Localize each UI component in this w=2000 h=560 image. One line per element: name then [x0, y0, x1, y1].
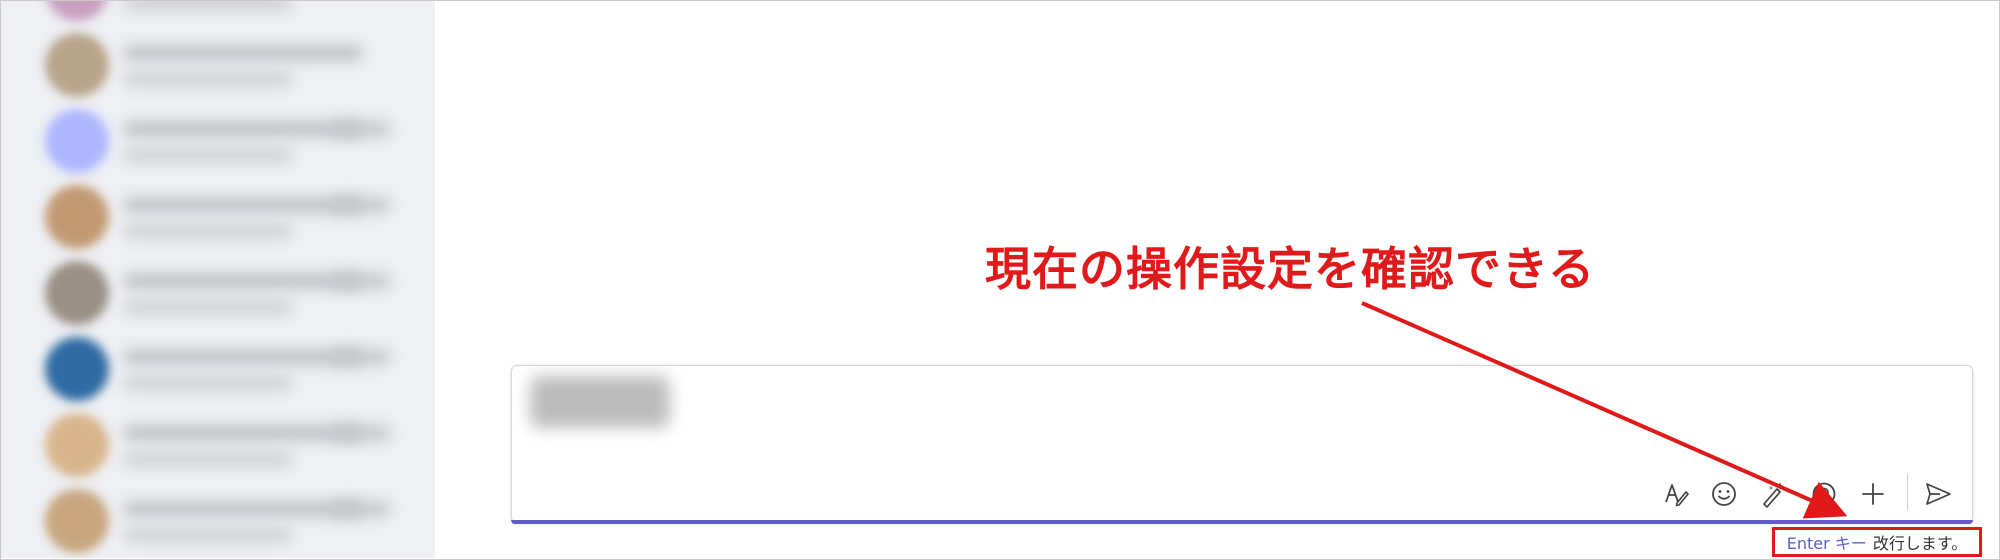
- chat-name-blurred: [123, 197, 363, 213]
- chat-list-item[interactable]: [1, 179, 435, 255]
- keyboard-hint-highlight: Enter キー 改行します。: [1772, 527, 1982, 557]
- chat-preview-blurred: [123, 147, 293, 163]
- send-icon: [1926, 483, 1951, 505]
- avatar: [45, 1, 109, 21]
- chat-list-item[interactable]: [1, 103, 435, 179]
- chat-preview-blurred: [123, 451, 293, 467]
- chat-time-blurred: [331, 501, 391, 517]
- emoji-button[interactable]: [1704, 474, 1744, 514]
- chat-list-item[interactable]: [1, 255, 435, 331]
- annotation-callout: 現在の操作設定を確認できる: [985, 242, 1596, 296]
- chat-time-blurred: [331, 273, 391, 289]
- chat-time-blurred: [331, 197, 391, 213]
- chat-preview-blurred: [123, 375, 293, 391]
- chat-list-item[interactable]: [1, 407, 435, 483]
- chat-preview-blurred: [123, 71, 293, 87]
- avatar: [45, 413, 109, 477]
- magic-pen-icon: [1763, 482, 1784, 508]
- hint-action-label: 改行します。: [1872, 534, 1968, 553]
- chat-preview-blurred: [123, 1, 293, 11]
- send-button[interactable]: [1918, 474, 1958, 514]
- avatar: [45, 109, 109, 173]
- chat-list-item[interactable]: [1, 483, 435, 558]
- chat-preview-blurred: [123, 223, 293, 239]
- chat-time-blurred: [331, 425, 391, 441]
- avatar: [45, 337, 109, 401]
- draft-text-blurred[interactable]: [530, 376, 670, 428]
- avatar: [45, 261, 109, 325]
- ai-rewrite-button[interactable]: [1753, 474, 1793, 514]
- chat-preview-blurred: [123, 299, 293, 315]
- loop-icon: [1812, 482, 1836, 506]
- chat-name-blurred: [123, 121, 363, 137]
- chat-name-blurred: [123, 45, 363, 61]
- chat-preview-blurred: [123, 527, 293, 543]
- avatar: [45, 185, 109, 249]
- chat-list-item[interactable]: [1, 1, 435, 27]
- compose-focus-underline: [511, 520, 1973, 524]
- format-icon: [1665, 484, 1689, 507]
- avatar: [45, 33, 109, 97]
- chat-name-blurred: [123, 425, 363, 441]
- loop-button[interactable]: [1804, 474, 1844, 514]
- chat-list-item[interactable]: [1, 27, 435, 103]
- chat-name-blurred: [123, 501, 363, 517]
- format-button[interactable]: [1656, 474, 1696, 514]
- avatar: [45, 489, 109, 553]
- plus-icon: [1862, 483, 1884, 505]
- toolbar-divider: [1907, 474, 1908, 510]
- emoji-icon: [1712, 482, 1736, 506]
- chat-name-blurred: [123, 273, 363, 289]
- chat-time-blurred: [331, 349, 391, 365]
- attach-button[interactable]: [1853, 474, 1893, 514]
- chat-name-blurred: [123, 349, 363, 365]
- chat-list-item[interactable]: [1, 331, 435, 407]
- chat-time-blurred: [331, 121, 391, 137]
- hint-key-label[interactable]: Enter キー: [1787, 530, 1867, 554]
- chat-list-sidebar: [1, 1, 435, 558]
